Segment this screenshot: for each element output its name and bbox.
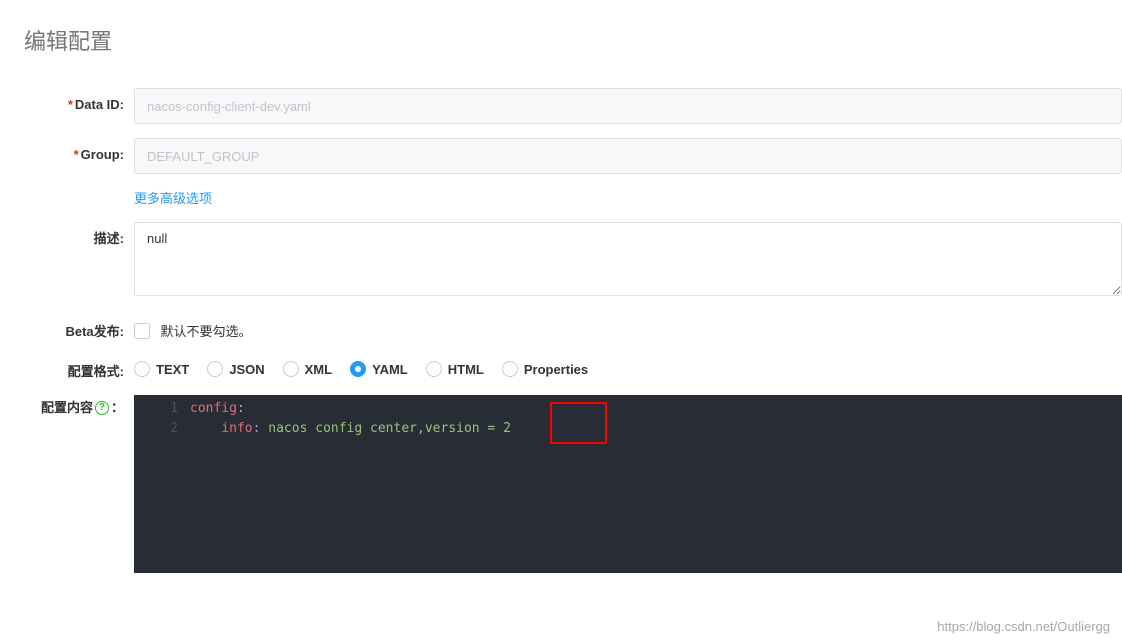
format-radio-json[interactable]: JSON [207, 361, 264, 377]
label-group: *Group: [24, 138, 134, 164]
radio-label: Properties [524, 362, 588, 377]
row-description: 描述: [24, 222, 1122, 301]
radio-icon [283, 361, 299, 377]
format-radio-html[interactable]: HTML [426, 361, 484, 377]
format-radio-yaml[interactable]: YAML [350, 361, 408, 377]
editor-gutter: 12 [134, 395, 186, 573]
radio-icon [134, 361, 150, 377]
format-radio-xml[interactable]: XML [283, 361, 332, 377]
label-description: 描述: [24, 222, 134, 248]
row-more-options: 更多高级选项 [24, 188, 1122, 208]
highlight-annotation [550, 402, 607, 444]
editor-lines[interactable]: config: info: nacos config center,versio… [186, 395, 511, 573]
format-radio-text[interactable]: TEXT [134, 361, 189, 377]
label-beta: Beta发布: [24, 315, 134, 341]
group-input[interactable] [134, 138, 1122, 174]
radio-label: TEXT [156, 362, 189, 377]
radio-label: XML [305, 362, 332, 377]
radio-label: JSON [229, 362, 264, 377]
code-line: info: nacos config center,version = 2 [190, 419, 511, 439]
radio-icon [426, 361, 442, 377]
required-mark: * [68, 97, 73, 112]
row-group: *Group: [24, 138, 1122, 174]
data-id-input[interactable] [134, 88, 1122, 124]
row-data-id: *Data ID: [24, 88, 1122, 124]
radio-icon [207, 361, 223, 377]
beta-hint: 默认不要勾选。 [160, 324, 251, 339]
description-textarea[interactable] [134, 222, 1122, 296]
radio-label: YAML [372, 362, 408, 377]
row-content: 配置内容 ? ： 12 config: info: nacos config c… [24, 395, 1122, 573]
beta-checkbox[interactable] [134, 323, 150, 339]
label-content: 配置内容 ? ： [24, 395, 134, 417]
radio-label: HTML [448, 362, 484, 377]
required-mark: * [74, 147, 79, 162]
row-beta: Beta发布: 默认不要勾选。 [24, 315, 1122, 341]
code-line: config: [190, 399, 511, 419]
page-title: 编辑配置 [24, 24, 1122, 56]
help-icon[interactable]: ? [95, 401, 109, 415]
format-radio-group: TEXT JSON XML YAML HTML Properties [134, 355, 1122, 377]
radio-icon [502, 361, 518, 377]
content-code-editor[interactable]: 12 config: info: nacos config center,ver… [134, 395, 1122, 573]
row-format: 配置格式: TEXT JSON XML YAML HTML Properties [24, 355, 1122, 381]
format-radio-properties[interactable]: Properties [502, 361, 588, 377]
watermark: https://blog.csdn.net/Outliergg [937, 619, 1110, 634]
radio-icon [350, 361, 366, 377]
more-options-link[interactable]: 更多高级选项 [134, 191, 212, 206]
label-format: 配置格式: [24, 355, 134, 381]
label-data-id: *Data ID: [24, 88, 134, 114]
